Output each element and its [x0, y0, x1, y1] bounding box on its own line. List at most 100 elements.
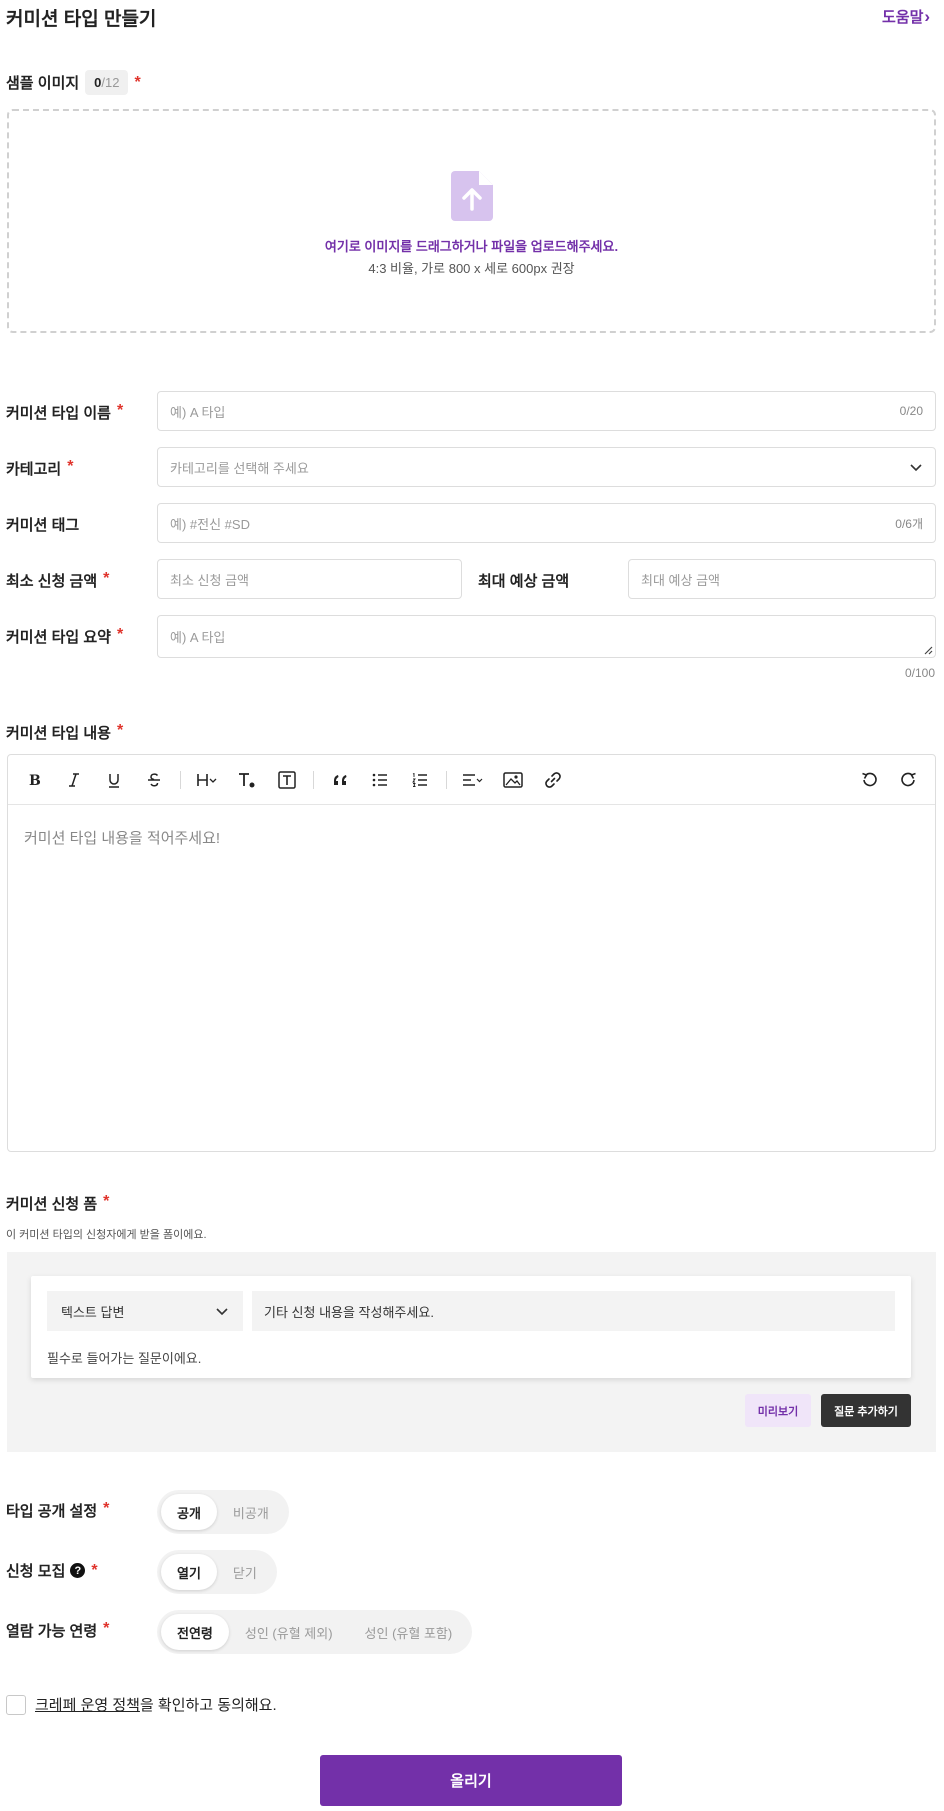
category-label: 카테고리 — [6, 461, 62, 478]
submit-button[interactable]: 올리기 — [320, 1755, 622, 1806]
commission-tags-input[interactable]: 예) #전신 #SD 0/6개 — [157, 503, 936, 543]
recruit-toggle: 열기 닫기 — [157, 1550, 277, 1594]
chevron-right-icon: › — [924, 6, 931, 26]
age-label-row: 열람 가능 연령 * — [6, 1620, 109, 1641]
quote-icon[interactable] — [320, 760, 360, 800]
visibility-label-row: 타입 공개 설정 * — [6, 1500, 109, 1521]
bold-icon[interactable]: B — [14, 760, 54, 800]
bullet-list-icon[interactable] — [360, 760, 400, 800]
toolbar-divider — [446, 770, 447, 789]
resize-handle-icon[interactable] — [923, 645, 933, 655]
name-counter: 0/20 — [899, 404, 923, 418]
question-card: 텍스트 답변 기타 신청 내용을 작성해주세요. 필수로 들어가는 질문이에요. — [31, 1276, 911, 1378]
content-label-row: 커미션 타입 내용 * — [6, 722, 123, 743]
underline-icon[interactable] — [94, 760, 134, 800]
question-type-select[interactable]: 텍스트 답변 — [47, 1291, 243, 1331]
recruit-option-close[interactable]: 닫기 — [217, 1554, 273, 1590]
strikethrough-icon[interactable] — [134, 760, 174, 800]
required-mark: * — [103, 1193, 110, 1210]
summary-counter: 0/100 — [904, 666, 935, 680]
policy-link[interactable]: 크레페 운영 정책 — [35, 1694, 140, 1715]
upload-hint: 4:3 비율, 가로 800 x 세로 600px 권장 — [368, 261, 575, 276]
help-label: 도움말 — [882, 9, 924, 26]
age-toggle: 전연령 성인 (유혈 제외) 성인 (유혈 포함) — [157, 1610, 473, 1654]
visibility-option-private[interactable]: 비공개 — [217, 1494, 285, 1530]
required-mark: * — [116, 722, 124, 739]
help-circle-icon[interactable]: ? — [70, 1563, 86, 1578]
form-builder: 텍스트 답변 기타 신청 내용을 작성해주세요. 필수로 들어가는 질문이에요.… — [7, 1252, 936, 1452]
name-label: 커미션 타입 이름 — [6, 405, 111, 422]
image-icon[interactable] — [493, 760, 533, 800]
min-price-input[interactable]: 최소 신청 금액 — [157, 559, 462, 599]
required-mark: * — [134, 73, 141, 91]
required-mark: * — [116, 626, 124, 643]
min-price-label: 최소 신청 금액 — [6, 573, 98, 590]
editor-placeholder: 커미션 타입 내용을 적어주세요! — [24, 830, 221, 847]
sample-image-label: 샘플 이미지 — [6, 75, 80, 92]
age-option-adult-no-gore[interactable]: 성인 (유혈 제외) — [229, 1614, 349, 1650]
chevron-down-icon — [910, 464, 922, 472]
content-label: 커미션 타입 내용 — [6, 725, 111, 742]
name-label-row: 커미션 타입 이름 * — [6, 402, 123, 423]
undo-icon[interactable] — [849, 760, 889, 800]
required-note: 필수로 들어가는 질문이에요. — [47, 1351, 202, 1366]
heading-icon[interactable] — [187, 760, 227, 800]
commission-name-input[interactable]: 예) A 타입 0/20 — [157, 391, 936, 431]
max-price-input[interactable]: 최대 예상 금액 — [628, 559, 936, 599]
age-label: 열람 가능 연령 — [6, 1623, 98, 1640]
category-label-row: 카테고리 * — [6, 458, 73, 479]
recruit-label-row: 신청 모집 ? * — [6, 1560, 98, 1581]
required-mark: * — [103, 1500, 110, 1517]
help-link[interactable]: 도움말 › — [882, 6, 930, 27]
required-mark: * — [103, 1620, 110, 1637]
agree-text: 을 확인하고 동의해요. — [139, 1697, 277, 1714]
upload-instruction: 여기로 이미지를 드래그하거나 파일을 업로드해주세요. — [324, 239, 619, 254]
agree-checkbox[interactable] — [6, 1694, 26, 1715]
visibility-option-public[interactable]: 공개 — [161, 1494, 217, 1530]
visibility-label: 타입 공개 설정 — [6, 1503, 98, 1520]
image-dropzone[interactable]: 여기로 이미지를 드래그하거나 파일을 업로드해주세요. 4:3 비율, 가로 … — [7, 109, 936, 333]
min-price-label-row: 최소 신청 금액 * — [6, 570, 109, 591]
recruit-label: 신청 모집 — [6, 1563, 66, 1580]
redo-icon[interactable] — [889, 760, 929, 800]
summary-label: 커미션 타입 요약 — [6, 629, 111, 646]
required-mark: * — [91, 1561, 98, 1579]
required-mark: * — [103, 570, 110, 587]
age-option-adult-gore[interactable]: 성인 (유혈 포함) — [349, 1614, 469, 1650]
age-option-all[interactable]: 전연령 — [161, 1614, 229, 1650]
link-icon[interactable] — [533, 760, 573, 800]
form-label: 커미션 신청 폼 — [6, 1196, 98, 1213]
align-icon[interactable] — [453, 760, 493, 800]
editor-toolbar: B — [8, 755, 935, 805]
question-text-input[interactable]: 기타 신청 내용을 작성해주세요. — [252, 1291, 895, 1331]
editor-body[interactable]: 커미션 타입 내용을 적어주세요! — [8, 805, 935, 1151]
upload-file-icon — [451, 171, 493, 221]
text-box-icon[interactable] — [267, 760, 307, 800]
agree-row: 크레페 운영 정책 을 확인하고 동의해요. — [6, 1694, 277, 1715]
category-placeholder: 카테고리를 선택해 주세요 — [170, 460, 309, 476]
summary-label-row: 커미션 타입 요약 * — [6, 626, 123, 647]
italic-icon[interactable] — [54, 760, 94, 800]
preview-button[interactable]: 미리보기 — [745, 1394, 811, 1427]
rich-text-editor: B 커미션 타입 내용을 적어주세요! — [7, 754, 936, 1152]
recruit-option-open[interactable]: 열기 — [161, 1554, 217, 1590]
form-label-row: 커미션 신청 폼 * — [6, 1193, 109, 1214]
category-select[interactable]: 카테고리를 선택해 주세요 — [157, 447, 936, 487]
page-title: 커미션 타입 만들기 — [6, 9, 157, 30]
name-placeholder: 예) A 타입 — [170, 404, 226, 420]
visibility-toggle: 공개 비공개 — [157, 1490, 289, 1534]
max-price-label: 최대 예상 금액 — [478, 573, 570, 590]
form-description: 이 커미션 타입의 신청자에게 받을 폼이에요. — [6, 1229, 207, 1241]
toolbar-divider — [180, 770, 181, 789]
summary-placeholder: 예) A 타입 — [170, 630, 226, 645]
min-price-placeholder: 최소 신청 금액 — [170, 572, 249, 588]
required-mark: * — [67, 458, 74, 475]
required-mark: * — [116, 402, 124, 419]
text-color-icon[interactable] — [227, 760, 267, 800]
add-question-button[interactable]: 질문 추가하기 — [821, 1394, 911, 1427]
tags-label: 커미션 태그 — [6, 517, 80, 534]
summary-textarea[interactable]: 예) A 타입 — [157, 615, 936, 658]
numbered-list-icon[interactable] — [400, 760, 440, 800]
toolbar-divider — [313, 770, 314, 789]
tags-label-row: 커미션 태그 — [6, 514, 79, 535]
